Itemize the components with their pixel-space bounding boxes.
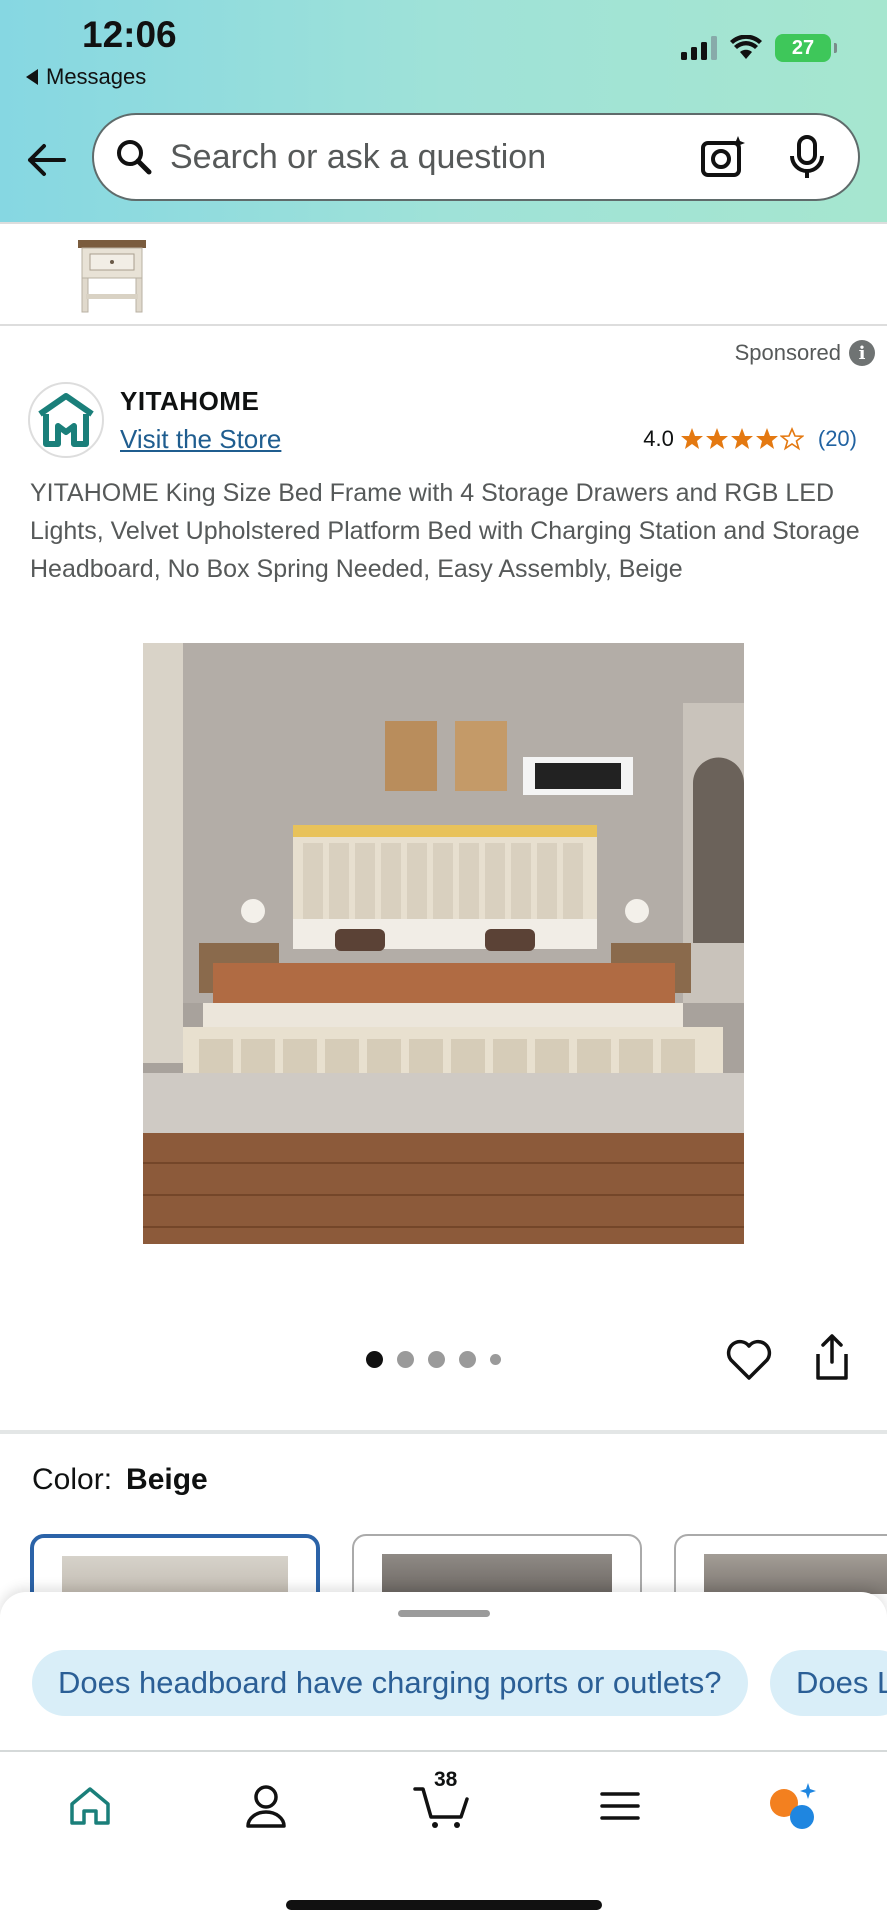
ask-questions-sheet: Does headboard have charging ports or ou… bbox=[0, 1592, 887, 1752]
star-icon bbox=[730, 428, 753, 449]
mic-icon bbox=[790, 135, 824, 178]
menu-icon bbox=[600, 1792, 640, 1820]
color-swatch[interactable] bbox=[674, 1534, 887, 1594]
star-icon bbox=[680, 428, 703, 449]
star-rating bbox=[680, 427, 804, 451]
carousel-dot[interactable] bbox=[490, 1354, 501, 1365]
carousel-dot[interactable] bbox=[366, 1351, 383, 1368]
sheet-grabber[interactable] bbox=[398, 1610, 490, 1617]
status-icons: 27 bbox=[681, 34, 837, 62]
carousel-dot[interactable] bbox=[459, 1351, 476, 1368]
camera-icon bbox=[701, 136, 745, 177]
visit-store-link[interactable]: Visit the Store bbox=[120, 424, 281, 455]
color-swatch-selected[interactable] bbox=[30, 1534, 320, 1594]
heart-icon[interactable] bbox=[726, 1336, 772, 1382]
brand-name: YITAHOME bbox=[120, 386, 260, 416]
bed-photo bbox=[143, 643, 744, 1244]
account-icon bbox=[246, 1785, 286, 1828]
home-icon bbox=[70, 1787, 110, 1825]
camera-search-button[interactable] bbox=[698, 132, 748, 182]
related-products-strip bbox=[0, 222, 887, 326]
star-icon bbox=[755, 428, 778, 449]
wifi-icon bbox=[730, 35, 762, 59]
nightstand-thumbnail[interactable] bbox=[76, 238, 148, 314]
back-triangle-icon bbox=[26, 69, 38, 85]
brand-logo[interactable] bbox=[28, 382, 104, 458]
question-chip[interactable]: Does L bbox=[770, 1650, 887, 1716]
back-app-label: Messages bbox=[46, 64, 147, 89]
color-selector-label: Color: Beige bbox=[32, 1463, 208, 1497]
back-to-app-link[interactable]: Messages bbox=[26, 64, 146, 90]
color-label: Color: bbox=[32, 1463, 113, 1496]
section-divider bbox=[0, 1430, 887, 1434]
back-arrow-icon[interactable] bbox=[24, 138, 68, 182]
star-empty-icon bbox=[779, 427, 804, 451]
sponsored-label[interactable]: Sponsored i bbox=[735, 340, 875, 366]
bottom-tab-bar: 38 bbox=[0, 1750, 887, 1920]
search-input[interactable]: Search or ask a question bbox=[170, 138, 698, 177]
product-image[interactable] bbox=[143, 643, 744, 1244]
color-swatches bbox=[30, 1534, 887, 1594]
search-bar[interactable]: Search or ask a question bbox=[92, 113, 860, 201]
search-icon bbox=[117, 140, 152, 175]
star-icon bbox=[705, 428, 728, 449]
carousel-dot[interactable] bbox=[397, 1351, 414, 1368]
selected-color: Beige bbox=[126, 1463, 208, 1496]
share-icon[interactable] bbox=[812, 1334, 852, 1380]
review-count[interactable]: (20) bbox=[818, 426, 857, 452]
rating-value: 4.0 bbox=[643, 426, 674, 451]
battery-icon: 27 bbox=[775, 34, 837, 62]
cart-count: 38 bbox=[434, 1768, 458, 1791]
voice-search-button[interactable] bbox=[782, 132, 832, 182]
rufus-icon bbox=[770, 1783, 816, 1829]
image-carousel-dots[interactable] bbox=[366, 1351, 501, 1368]
header: 12:06 Messages 27 Search or ask a questi… bbox=[0, 0, 887, 222]
yitahome-logo bbox=[38, 393, 94, 447]
battery-level: 27 bbox=[791, 36, 815, 59]
cellular-signal-icon bbox=[681, 36, 717, 60]
home-indicator bbox=[286, 1900, 602, 1910]
color-swatch[interactable] bbox=[352, 1534, 642, 1594]
tab-menu[interactable] bbox=[590, 1776, 650, 1836]
product-title: YITAHOME King Size Bed Frame with 4 Stor… bbox=[30, 479, 860, 583]
sponsored-text: Sponsored bbox=[734, 340, 841, 365]
status-time: 12:06 bbox=[82, 14, 177, 55]
tab-account[interactable] bbox=[236, 1776, 296, 1836]
rating-summary[interactable]: 4.0 (20) bbox=[643, 426, 857, 452]
tab-home[interactable] bbox=[60, 1776, 120, 1836]
carousel-dot[interactable] bbox=[428, 1351, 445, 1368]
question-chip[interactable]: Does headboard have charging ports or ou… bbox=[32, 1650, 748, 1716]
tab-rufus[interactable] bbox=[762, 1776, 822, 1836]
info-icon: i bbox=[849, 340, 875, 366]
